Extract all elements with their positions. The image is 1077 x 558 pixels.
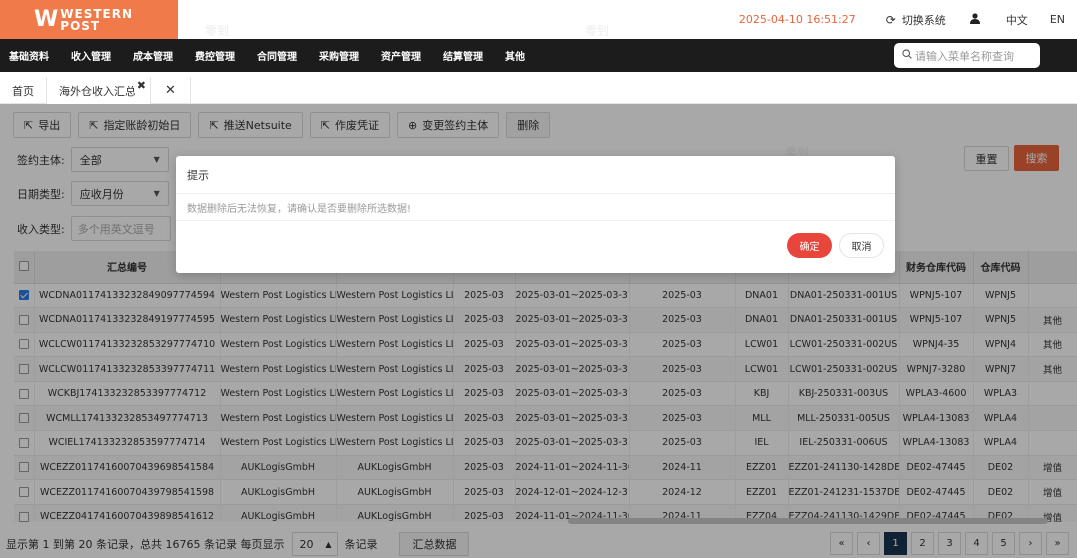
refresh-icon: ⟳ [885,12,896,27]
tab-overseas-income-summary[interactable]: 海外仓收入汇总 ✖ [47,77,151,104]
menu-search-input[interactable]: 请输入菜单名称查询 [894,43,1040,68]
nav-item-contract[interactable]: 合同管理 [246,48,308,63]
user-icon[interactable] [969,12,980,27]
dialog-title: 提示 [176,156,895,194]
header-actions: 2025-04-10 16:51:27 ⟳ 切换系统 中文 EN [739,0,1077,39]
switch-system-button[interactable]: ⟳ 切换系统 [886,12,946,28]
dialog-actions: 确定 取消 [787,233,884,258]
nav-item-asset[interactable]: 资产管理 [370,48,432,63]
current-datetime: 2025-04-10 16:51:27 [738,13,856,26]
nav-item-expense[interactable]: 费控管理 [184,48,246,63]
nav-item-purchase[interactable]: 采购管理 [308,48,370,63]
nav-item-basic[interactable]: 基础资料 [0,48,60,63]
page-tabs: 首页 海外仓收入汇总 ✖ ✕ [0,77,1077,104]
close-icon[interactable]: ✖ [137,79,146,92]
main-nav: 基础资料 收入管理 成本管理 费控管理 合同管理 采购管理 资产管理 结算管理 … [0,39,1077,72]
cancel-button[interactable]: 取消 [839,233,884,258]
confirm-dialog: 提示 数据删除后无法恢复，请确认是否要删除所选数据! 确定 取消 [176,156,895,273]
dialog-message: 数据删除后无法恢复，请确认是否要删除所选数据! [176,194,895,221]
close-all-tabs-button[interactable]: ✕ [151,77,191,104]
nav-item-income[interactable]: 收入管理 [60,48,122,63]
top-header: W WESTERN POST 2025-04-10 16:51:27 ⟳ 切换系… [0,0,1077,39]
lang-zh-button[interactable]: 中文 [1006,12,1028,28]
nav-item-settlement[interactable]: 结算管理 [432,48,494,63]
logo-text: WESTERN POST [60,6,134,33]
logo[interactable]: W WESTERN POST [0,0,178,39]
lang-en-button[interactable]: EN [1050,13,1065,26]
search-icon [902,49,912,62]
confirm-button[interactable]: 确定 [787,233,832,258]
nav-item-cost[interactable]: 成本管理 [122,48,184,63]
tab-home[interactable]: 首页 [0,77,47,104]
logo-mark: W [34,7,58,32]
nav-item-other[interactable]: 其他 [494,48,536,63]
